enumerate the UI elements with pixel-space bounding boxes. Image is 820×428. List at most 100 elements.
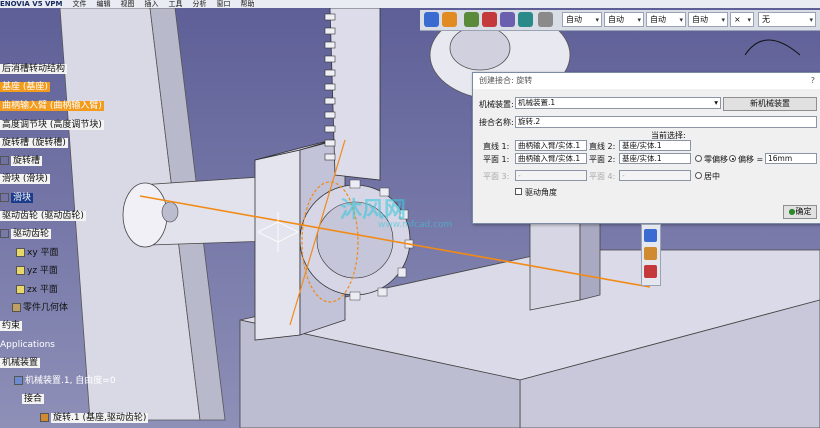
tree-item-slider[interactable]: 滑块 (滑块) [0, 174, 50, 185]
tree-item-slider-part[interactable]: 滑块 [0, 193, 34, 204]
part-icon [0, 156, 9, 165]
menu-edit[interactable]: 编辑 [97, 0, 111, 8]
measure-icon[interactable] [538, 12, 553, 27]
tree-item-applications[interactable]: Applications [0, 340, 55, 351]
assembly-icon[interactable] [442, 12, 457, 27]
tree-item-drive-gear[interactable]: 驱动齿轮 (驱动齿轮) [0, 211, 86, 222]
tree-root[interactable]: 后消槽转动结构 [0, 64, 68, 75]
linetype-select-value: 自动 [692, 15, 708, 24]
tree-item-label: yz 平面 [27, 266, 58, 276]
ok-button[interactable]: ●确定 [783, 205, 817, 219]
tree-item-label: 约束 [0, 321, 23, 331]
tree-item-joints[interactable]: 接合 [22, 394, 45, 405]
tree-item-label: 旋转槽 [11, 156, 43, 166]
centered-radio[interactable] [695, 172, 702, 179]
tree-item-crank-arm[interactable]: 曲柄输入臂 (曲柄输入臂) [0, 101, 104, 112]
plane-icon [16, 266, 25, 275]
point-select[interactable]: × ▾ [730, 12, 754, 27]
help-icon[interactable]: ? [811, 73, 815, 89]
color-select[interactable]: 自动 ▾ [562, 12, 602, 27]
mechanism-label: 机械装置: [479, 100, 514, 109]
plane3-label: 平面 3: [483, 172, 510, 181]
joint-icon[interactable] [464, 12, 479, 27]
tree-item-zx-plane[interactable]: zx 平面 [16, 285, 58, 296]
linetype-select[interactable]: 自动 ▾ [688, 12, 728, 27]
tree-item-label: 滑块 (滑块) [0, 174, 50, 184]
layer-select[interactable]: 无 ▾ [758, 12, 816, 27]
centered-label: 居中 [704, 172, 720, 181]
tree-item-label: Applications [0, 340, 55, 350]
tree-item-mechanisms[interactable]: 机械装置 [0, 358, 41, 369]
offset-input[interactable]: 16mm [765, 153, 817, 164]
menu-analyze[interactable]: 分析 [193, 0, 207, 8]
mechanism-select-value: 机械装置.1 [518, 98, 556, 107]
menu-view[interactable]: 视图 [121, 0, 135, 8]
part-icon [0, 229, 9, 238]
tree-item-label: 曲柄输入臂 (曲柄输入臂) [0, 101, 104, 111]
plane1-field[interactable]: 曲柄输入臂/实体.1 [515, 153, 587, 164]
mechanism-icon[interactable] [424, 12, 439, 27]
joint-name-label: 接合名称: [479, 118, 514, 127]
joint-name-input[interactable]: 旋转.2 [515, 116, 817, 128]
point-select-value: × [734, 15, 741, 24]
transparency-select-value: 自动 [608, 15, 624, 24]
mechanism-analysis-icon[interactable] [644, 229, 657, 242]
app-title: ENOVIA V5 VPM [0, 0, 63, 8]
tree-item-label: 滑块 [11, 193, 34, 203]
mechanism-tree-icon [14, 376, 23, 385]
large-wheel-hub [449, 25, 511, 71]
tree-item-label: 旋转槽 (旋转槽) [0, 138, 68, 148]
offset-label: 偏移 = [738, 155, 764, 164]
color-select-value: 自动 [566, 15, 582, 24]
tree-item-label: 驱动齿轮 (驱动齿轮) [0, 211, 86, 221]
transparency-select[interactable]: 自动 ▾ [604, 12, 644, 27]
menu-insert[interactable]: 插入 [145, 0, 159, 8]
mini-toolbar [641, 224, 661, 286]
plane2-field[interactable]: 基座/实体.1 [619, 153, 691, 164]
slider-block-front [254, 149, 301, 341]
new-mechanism-button[interactable]: 新机械装置 [723, 97, 817, 111]
tree-item-drive-gear-part[interactable]: 驱动齿轮 [0, 229, 52, 240]
menu-help[interactable]: 帮助 [241, 0, 255, 8]
tree-root-label: 后消槽转动结构 [0, 64, 68, 74]
chevron-down-icon: ▾ [714, 98, 718, 107]
tree-item-label: 驱动齿轮 [11, 229, 52, 239]
render-icon[interactable] [500, 12, 515, 27]
tree-item-rotary-slot-part[interactable]: 旋转槽 [0, 156, 43, 167]
tools-icon[interactable] [644, 265, 657, 278]
line2-label: 直线 2: [589, 142, 616, 151]
joint-tree-icon [40, 413, 49, 422]
chevron-down-icon: ▾ [637, 16, 641, 24]
line-weight-select[interactable]: 自动 ▾ [646, 12, 686, 27]
tree-item-label: 旋转.1 (基座,驱动齿轮) [51, 413, 149, 423]
toolbar: 自动 ▾ 自动 ▾ 自动 ▾ 自动 ▾ × ▾ 无 ▾ [420, 10, 820, 31]
line2-field[interactable]: 基座/实体.1 [619, 140, 691, 151]
watermark-url: www.mfcad.com [378, 220, 453, 230]
tree-item-label: zx 平面 [27, 285, 58, 295]
tree-item-height-block[interactable]: 高度调节块 (高度调节块) [0, 120, 104, 131]
zero-offset-radio[interactable] [695, 155, 702, 162]
tree-item-yz-plane[interactable]: yz 平面 [16, 266, 58, 277]
menu-window[interactable]: 窗口 [217, 0, 231, 8]
tree-item-rotary-slot[interactable]: 旋转槽 (旋转槽) [0, 138, 68, 149]
camera-icon[interactable] [518, 12, 533, 27]
simulation-icon[interactable] [482, 12, 497, 27]
drive-angle-checkbox[interactable] [515, 188, 522, 195]
tree-item-constraints[interactable]: 约束 [0, 321, 23, 332]
menu-tools[interactable]: 工具 [169, 0, 183, 8]
tree-item-mechanism-1[interactable]: 机械装置.1, 自由度=0 [14, 376, 116, 387]
tree-item-part-body[interactable]: 零件几何体 [12, 303, 68, 314]
line1-field[interactable]: 曲柄输入臂/实体.1 [515, 140, 587, 151]
tree-item-label: 零件几何体 [23, 303, 69, 313]
create-joint-dialog: 创建接合: 旋转 ? 机械装置: 机械装置.1 ▾ 新机械装置 接合名称: 旋转.… [472, 72, 820, 224]
tree-item-xy-plane[interactable]: xy 平面 [16, 248, 59, 259]
tree-item-base[interactable]: 基座 (基座) [0, 82, 50, 93]
dialog-titlebar[interactable]: 创建接合: 旋转 ? [473, 73, 820, 89]
simulate-icon[interactable] [644, 247, 657, 260]
mechanism-select[interactable]: 机械装置.1 ▾ [515, 97, 721, 109]
offset-radio[interactable] [729, 155, 736, 162]
plane-icon [16, 248, 25, 257]
tree-item-revolute-1[interactable]: 旋转.1 (基座,驱动齿轮) [40, 413, 149, 424]
menu-file[interactable]: 文件 [73, 0, 87, 8]
plane3-field: - [515, 170, 587, 181]
